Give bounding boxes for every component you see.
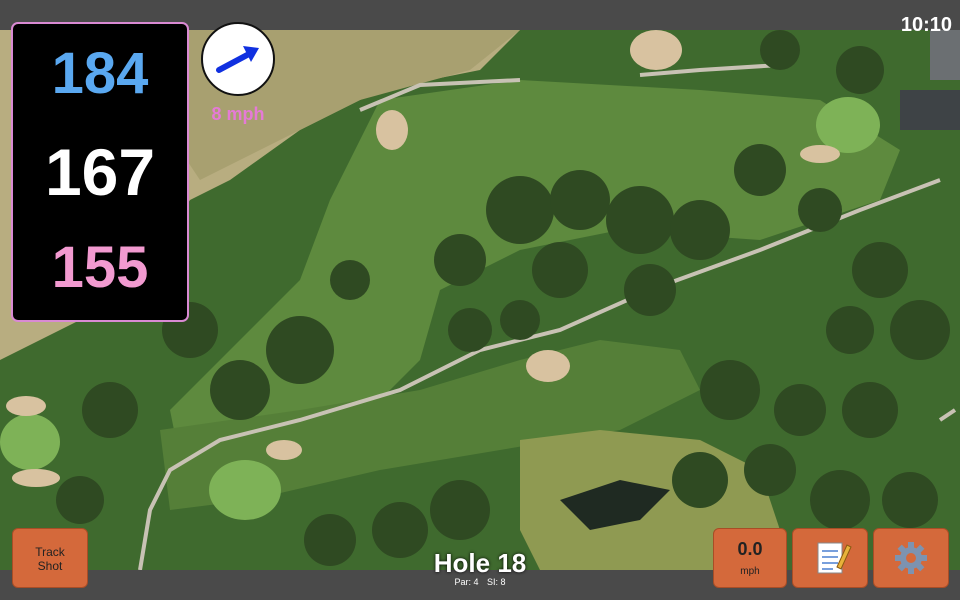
hole-par: Par: 4 (454, 577, 479, 587)
speed-unit: mph (740, 566, 760, 577)
track-shot-button[interactable]: Track Shot (12, 528, 88, 588)
notepad-icon (817, 542, 852, 574)
track-shot-label-line2: Shot (37, 559, 63, 573)
distance-panel: 184 167 155 (11, 22, 189, 322)
gear-icon (895, 542, 927, 574)
status-clock: 10:10 (900, 14, 952, 36)
hole-stroke-index: SI: 8 (487, 577, 506, 587)
back-distance: 184 (51, 41, 149, 106)
wind-speed-label: 8 mph (211, 104, 265, 124)
scorecard-button[interactable] (792, 528, 868, 588)
middle-distance: 167 (44, 135, 156, 209)
front-distance: 155 (51, 235, 149, 300)
speed-value: 0.0 (737, 539, 763, 559)
settings-button[interactable] (873, 528, 949, 588)
speed-button[interactable]: 0.0 mph (713, 528, 787, 588)
wind-direction-arrow-icon (216, 46, 259, 73)
track-shot-label-line1: Track (35, 545, 65, 559)
wind-indicator (201, 22, 275, 96)
hole-info: Par: 4 SI: 8 (380, 577, 580, 587)
hole-title: Hole 18 (433, 548, 527, 578)
